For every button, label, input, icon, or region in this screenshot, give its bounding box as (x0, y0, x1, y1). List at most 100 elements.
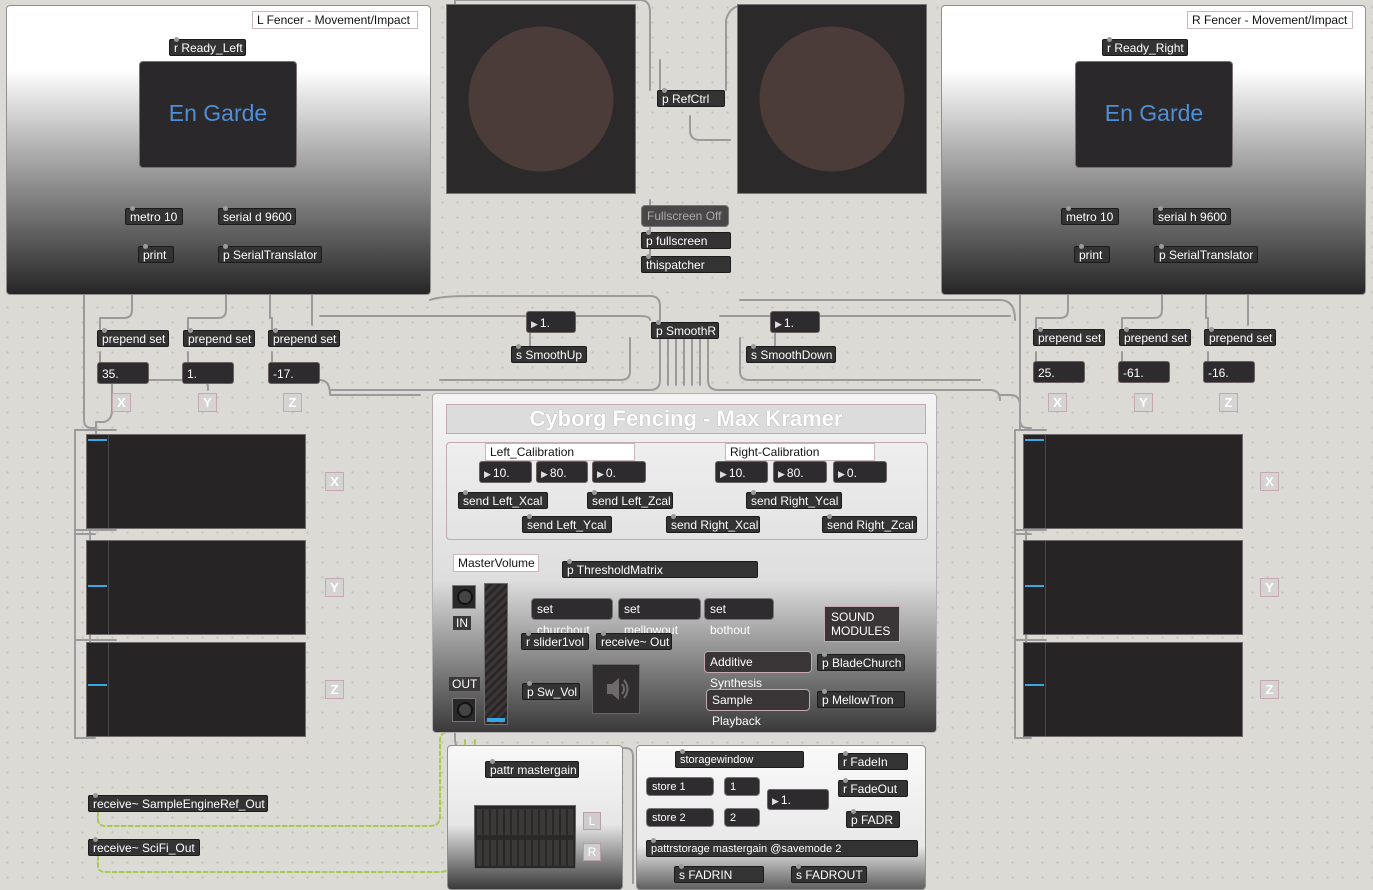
send-right-ycal[interactable]: send Right_Ycal (746, 490, 842, 509)
master-gain-slider[interactable] (484, 583, 508, 725)
fade-number[interactable]: ▶ 1. (767, 789, 829, 810)
left-impact-display[interactable] (446, 4, 636, 194)
send-smooth-up[interactable]: s SmoothUp (511, 344, 587, 363)
store-2-message[interactable]: store 2 (646, 808, 714, 827)
storagewindow[interactable]: storagewindow (675, 749, 804, 768)
left-axis-x-label: X (112, 393, 131, 412)
right-prepend-x[interactable]: prepend set (1033, 327, 1105, 346)
smooth-r[interactable]: p SmoothR (651, 320, 719, 339)
left-metro[interactable]: metro 10 (125, 206, 183, 225)
right-print[interactable]: print (1074, 244, 1110, 263)
right-prepend-z[interactable]: prepend set (1204, 327, 1276, 346)
pattrstorage-mastergain[interactable]: pattrstorage mastergain @savemode 2 (646, 838, 918, 857)
right-slider-z[interactable] (1023, 642, 1243, 737)
left-slider-y-level (88, 585, 107, 587)
audio-out-toggle[interactable] (452, 698, 476, 722)
receive-fade-in[interactable]: r FadeIn (838, 751, 908, 770)
left-print[interactable]: print (138, 244, 174, 263)
left-serial[interactable]: serial d 9600 (218, 206, 296, 225)
smooth-up-number[interactable]: ▶ 1. (526, 311, 576, 333)
mellow-tron[interactable]: p MellowTron (817, 689, 905, 708)
receive-fade-out[interactable]: r FadeOut (838, 778, 908, 797)
send-right-xcal[interactable]: send Right_Xcal (666, 514, 760, 533)
right-value-y[interactable]: -61. (1118, 361, 1170, 383)
right-cal-y-arrow-icon: ▶ (778, 469, 785, 479)
audio-in-ring-icon (457, 589, 473, 605)
left-prepend-z[interactable]: prepend set (268, 328, 340, 347)
left-value-y[interactable]: 1. (182, 362, 234, 384)
send-left-xcal[interactable]: send Left_Xcal (458, 490, 548, 509)
thispatcher[interactable]: thispatcher (641, 254, 731, 273)
right-value-x[interactable]: 25. (1033, 361, 1085, 383)
left-serial-translator[interactable]: p SerialTranslator (218, 244, 322, 263)
smooth-down-number[interactable]: ▶ 1. (770, 311, 820, 333)
send-smooth-down[interactable]: s SmoothDown (746, 344, 836, 363)
right-cal-z-value: 0. (846, 466, 857, 480)
left-slider-z-track (108, 643, 109, 736)
fullscreen-patcher[interactable]: p fullscreen (641, 230, 731, 249)
right-metro[interactable]: metro 10 (1061, 206, 1119, 225)
send-fadrin[interactable]: s FADRIN (674, 864, 764, 883)
fadr-patcher[interactable]: p FADR (846, 809, 900, 828)
right-slider-y[interactable] (1023, 540, 1243, 635)
left-slider-z[interactable] (86, 642, 306, 737)
right-slider-y-track (1045, 541, 1046, 634)
right-slider-y-label: Y (1260, 578, 1279, 597)
sw-vol[interactable]: p Sw_Vol (522, 681, 580, 700)
receive-slider1vol[interactable]: r slider1vol (521, 631, 589, 650)
right-cal-z-number[interactable]: ▶ 0. (833, 461, 887, 483)
left-fencer-title: L Fencer - Movement/Impact (252, 11, 418, 29)
receive-out[interactable]: receive~ Out (596, 631, 672, 650)
speaker-icon (607, 678, 629, 700)
right-slider-x-track (1045, 435, 1046, 528)
right-slider-x[interactable] (1023, 434, 1243, 529)
right-receive-ready[interactable]: r Ready_Right (1102, 37, 1188, 56)
left-value-z[interactable]: -17. (268, 362, 320, 384)
left-en-garde-button[interactable]: En Garde (139, 61, 297, 168)
send-right-zcal[interactable]: send Right_Zcal (822, 514, 917, 533)
right-serial[interactable]: serial h 9600 (1153, 206, 1231, 225)
blade-church[interactable]: p BladeChurch (817, 652, 905, 671)
right-axis-x-label: X (1048, 393, 1067, 412)
preset-1-message[interactable]: 1 (724, 777, 760, 796)
left-prepend-x[interactable]: prepend set (97, 328, 169, 347)
right-en-garde-button[interactable]: En Garde (1075, 61, 1233, 168)
right-impact-display[interactable] (737, 4, 927, 194)
receive-sample-engine-ref[interactable]: receive~ SampleEngineRef_Out (88, 793, 268, 812)
left-cal-y-number[interactable]: ▶ 80. (536, 461, 588, 483)
preset-2-message[interactable]: 2 (724, 808, 760, 827)
right-prepend-y[interactable]: prepend set (1119, 327, 1191, 346)
left-cal-x-number[interactable]: ▶ 10. (479, 461, 532, 483)
left-calibration-title: Left_Calibration (485, 443, 635, 461)
send-fadrout[interactable]: s FADROUT (791, 864, 867, 883)
pattr-mastergain[interactable]: pattr mastergain (485, 759, 579, 778)
right-axis-z-label: Z (1219, 393, 1238, 412)
right-value-z[interactable]: -16. (1203, 361, 1255, 383)
send-left-zcal[interactable]: send Left_Zcal (587, 490, 673, 509)
set-church-out[interactable]: set churchout (531, 598, 613, 637)
output-meter (474, 805, 576, 869)
receive-scifi-out[interactable]: receive~ SciFi_Out (88, 837, 200, 856)
send-left-ycal[interactable]: send Left_Ycal (522, 514, 612, 533)
left-prepend-y[interactable]: prepend set (183, 328, 255, 347)
audio-in-toggle[interactable] (452, 585, 476, 609)
set-both-out[interactable]: set bothout (704, 598, 774, 637)
right-cal-z-arrow-icon: ▶ (838, 469, 845, 479)
set-mellow-out[interactable]: set mellowout (618, 598, 701, 637)
speaker-dac[interactable] (592, 664, 640, 714)
threshold-matrix[interactable]: p ThresholdMatrix (562, 559, 758, 578)
right-cal-y-number[interactable]: ▶ 80. (773, 461, 827, 483)
ref-ctrl[interactable]: p RefCtrl (657, 88, 725, 107)
right-slider-z-track (1045, 643, 1046, 736)
left-slider-x[interactable] (86, 434, 306, 529)
left-receive-ready[interactable]: r Ready_Left (169, 37, 246, 56)
right-cal-x-number[interactable]: ▶ 10. (715, 461, 768, 483)
left-slider-y-track (108, 541, 109, 634)
left-cal-x-value: 10. (492, 466, 510, 480)
fullscreen-off-message[interactable]: Fullscreen Off (641, 205, 729, 227)
right-serial-translator[interactable]: p SerialTranslator (1154, 244, 1258, 263)
left-slider-y[interactable] (86, 540, 306, 635)
left-cal-z-number[interactable]: ▶ 0. (592, 461, 646, 483)
store-1-message[interactable]: store 1 (646, 777, 714, 796)
left-value-x[interactable]: 35. (97, 362, 149, 384)
